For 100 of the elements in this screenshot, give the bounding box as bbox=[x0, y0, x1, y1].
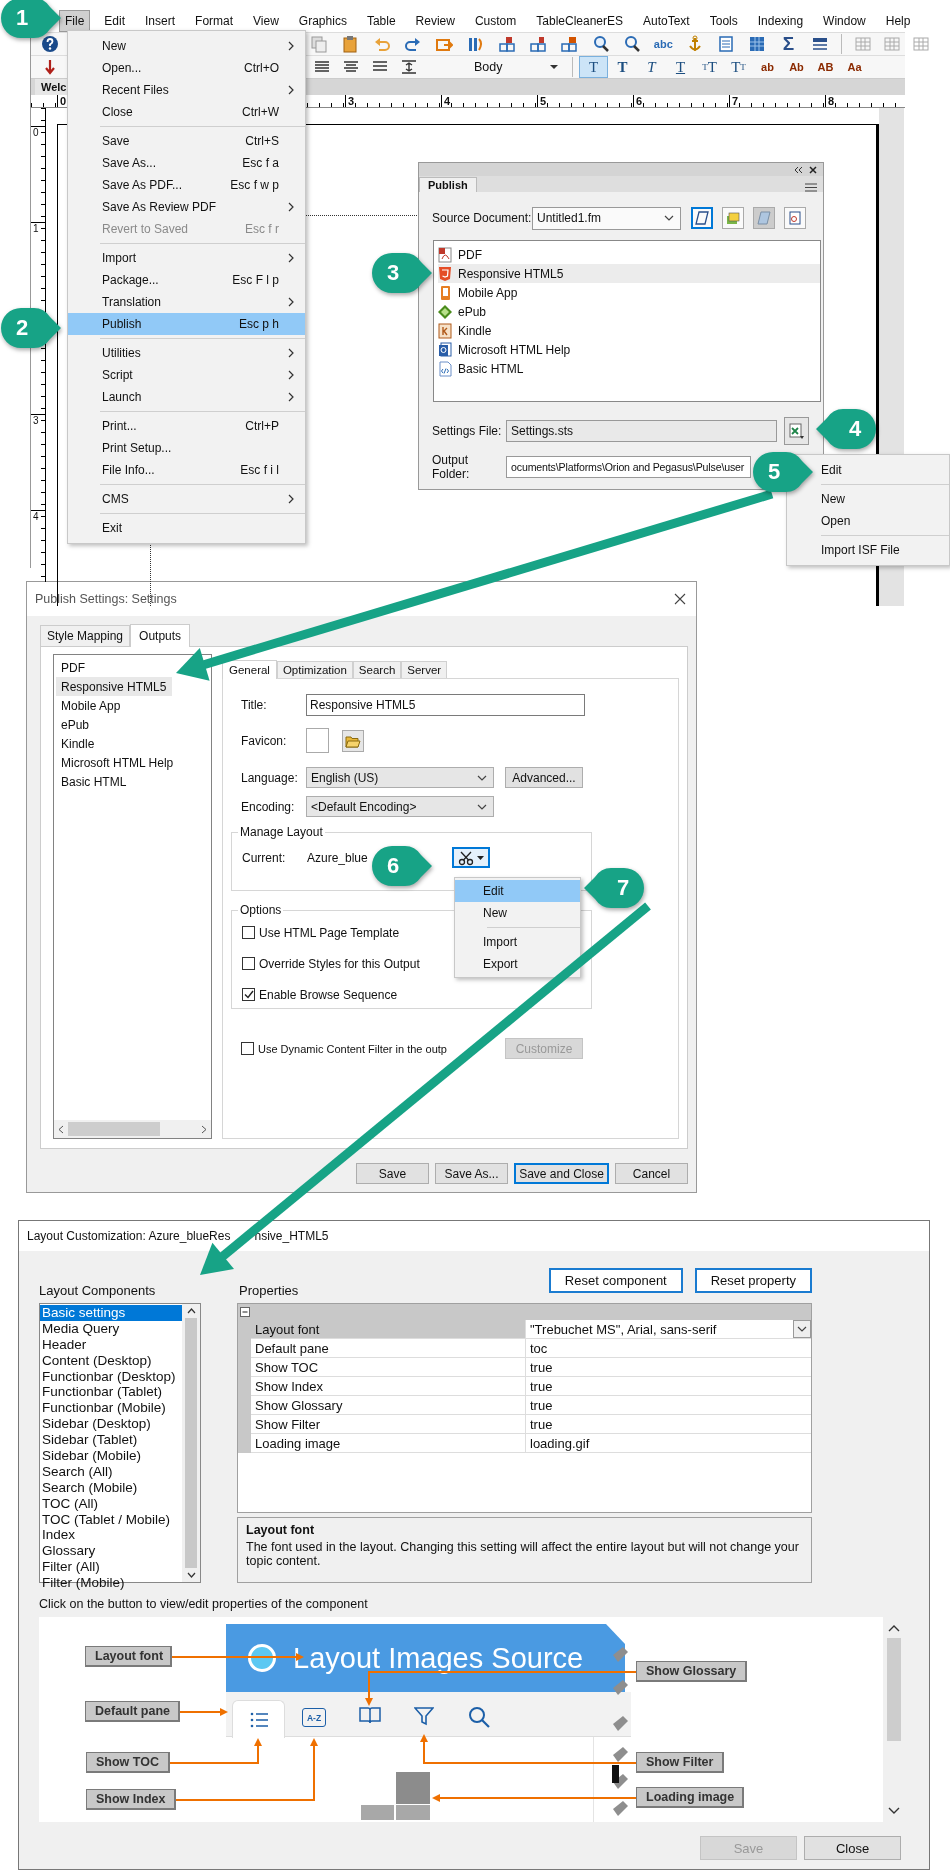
property-value[interactable]: true bbox=[526, 1396, 811, 1415]
character-format-button[interactable]: AB bbox=[811, 56, 840, 78]
menu-item[interactable]: CMS bbox=[68, 488, 305, 510]
output-item[interactable]: Kindle bbox=[56, 734, 101, 753]
list-item[interactable]: Search (All) bbox=[40, 1463, 182, 1480]
tab[interactable]: Style Mapping bbox=[40, 625, 131, 646]
menu-item[interactable]: Open bbox=[817, 510, 949, 532]
layout-menu-button[interactable] bbox=[451, 847, 490, 868]
down-arrow-icon[interactable] bbox=[42, 58, 57, 76]
book-icon[interactable] bbox=[359, 1706, 381, 1724]
list-item[interactable]: Header bbox=[40, 1336, 182, 1353]
output-item[interactable]: Responsive HTML5 bbox=[56, 677, 173, 696]
output-item[interactable]: PDF bbox=[438, 245, 820, 264]
sort-icon[interactable] bbox=[466, 35, 485, 53]
collapse-icon[interactable] bbox=[240, 1307, 250, 1317]
character-format-button[interactable]: T bbox=[637, 56, 666, 78]
language-dropdown[interactable]: English (US) bbox=[306, 767, 494, 788]
dialog-button[interactable]: Cancel bbox=[615, 1163, 688, 1184]
dialog-button[interactable]: Save As... bbox=[435, 1163, 508, 1184]
settings-file-field[interactable]: Settings.sts bbox=[506, 420, 777, 442]
property-name[interactable]: Loading image bbox=[251, 1434, 526, 1453]
toolbar-button[interactable] bbox=[691, 207, 713, 229]
reset-button[interactable]: Reset component bbox=[548, 1268, 683, 1293]
menu-item[interactable]: Publish Esc p h bbox=[68, 313, 305, 335]
panel-tab[interactable]: Publish bbox=[419, 177, 477, 192]
advanced-button[interactable]: Advanced... bbox=[505, 767, 583, 788]
property-button[interactable]: Loading image bbox=[636, 1787, 744, 1808]
property-value[interactable]: loading.gif bbox=[526, 1434, 811, 1453]
property-name[interactable]: Show Glossary bbox=[251, 1396, 526, 1415]
list-item[interactable]: Filter (Mobile) bbox=[40, 1575, 182, 1592]
list-item[interactable]: Content (Desktop) bbox=[40, 1352, 182, 1369]
menu-item[interactable]: Edit bbox=[817, 459, 949, 481]
list-item[interactable]: Basic settings bbox=[40, 1305, 182, 1321]
menu-bar-item[interactable]: Table bbox=[360, 10, 402, 32]
dropdown-button[interactable] bbox=[793, 1320, 811, 1338]
list-item[interactable]: Sidebar (Mobile) bbox=[40, 1448, 182, 1464]
checkbox[interactable] bbox=[242, 957, 255, 970]
list-item[interactable]: Functionbar (Mobile) bbox=[40, 1400, 182, 1417]
output-item[interactable]: Mobile App bbox=[438, 283, 820, 302]
source-document-dropdown[interactable]: Untitled1.fm bbox=[532, 206, 681, 230]
toolbar-button[interactable] bbox=[784, 207, 806, 229]
zoom-icon[interactable] bbox=[591, 35, 610, 53]
menu-item[interactable]: Save As... Esc f a bbox=[68, 152, 305, 174]
menu-item[interactable]: New bbox=[455, 902, 580, 924]
encoding-dropdown[interactable]: <Default Encoding> bbox=[306, 796, 494, 817]
property-button[interactable]: Default pane bbox=[85, 1701, 180, 1722]
list-item[interactable]: Functionbar (Tablet) bbox=[40, 1384, 182, 1401]
toolbar-button[interactable] bbox=[722, 207, 744, 229]
menu-bar-item[interactable]: Help bbox=[879, 10, 917, 32]
menu-bar-item[interactable]: File bbox=[59, 10, 91, 32]
list-item[interactable]: Glossary bbox=[40, 1543, 182, 1560]
menu-bar-item[interactable]: View bbox=[247, 10, 285, 32]
list-item[interactable]: TOC (Tablet / Mobile) bbox=[40, 1511, 182, 1528]
close-icon[interactable] bbox=[674, 593, 686, 605]
menu-item[interactable]: Edit bbox=[455, 880, 580, 902]
property-name[interactable]: Default pane bbox=[251, 1339, 526, 1358]
character-format-button[interactable]: T bbox=[579, 56, 608, 78]
list-item[interactable]: Functionbar (Desktop) bbox=[40, 1368, 182, 1385]
menu-item[interactable]: File Info... Esc f i l bbox=[68, 459, 305, 481]
help-icon[interactable] bbox=[40, 35, 59, 53]
menu-item[interactable]: New bbox=[817, 488, 949, 510]
output-item[interactable]: Responsive HTML5 bbox=[438, 264, 820, 283]
menu-bar-item[interactable]: Format bbox=[189, 10, 240, 32]
checkbox[interactable] bbox=[242, 926, 255, 939]
tab[interactable]: Optimization bbox=[276, 661, 353, 678]
character-format-button[interactable]: ab bbox=[753, 56, 782, 78]
menu-bar-item[interactable]: Custom bbox=[468, 10, 523, 32]
redo-icon[interactable] bbox=[403, 35, 422, 53]
property-value[interactable]: true bbox=[526, 1358, 811, 1377]
menu-bar-item[interactable]: Insert bbox=[139, 10, 182, 32]
property-button[interactable]: Show Glossary bbox=[636, 1661, 747, 1682]
tab[interactable]: General bbox=[222, 660, 277, 679]
list-item[interactable]: Search (Mobile) bbox=[40, 1479, 182, 1496]
property-value[interactable]: toc bbox=[526, 1339, 811, 1358]
menu-bar-item[interactable]: Edit bbox=[98, 10, 132, 32]
menu-item[interactable]: Import bbox=[455, 931, 580, 953]
output-item[interactable]: PDF bbox=[56, 658, 91, 677]
menu-item[interactable]: Export bbox=[455, 953, 580, 975]
paragraph-style-dropdown[interactable]: Body bbox=[441, 57, 566, 77]
character-format-button[interactable]: Aa bbox=[840, 56, 869, 78]
checkbox[interactable] bbox=[241, 1042, 254, 1055]
menu-item[interactable]: Save Ctrl+S bbox=[68, 130, 305, 152]
settings-menu-button[interactable] bbox=[784, 417, 809, 445]
list-item[interactable]: Sidebar (Tablet) bbox=[40, 1432, 182, 1448]
menu-bar-item[interactable]: AutoText bbox=[637, 10, 696, 32]
table-icon[interactable] bbox=[748, 35, 767, 53]
spacing-icon[interactable] bbox=[400, 58, 418, 76]
menu-item[interactable]: Print Setup... bbox=[68, 437, 305, 459]
menu-bar-item[interactable]: Tools bbox=[703, 10, 744, 32]
property-name[interactable]: Show Filter bbox=[251, 1415, 526, 1434]
favicon-field[interactable] bbox=[306, 728, 329, 753]
property-button[interactable]: Show TOC bbox=[86, 1752, 170, 1773]
menu-item[interactable]: Print... Ctrl+P bbox=[68, 415, 305, 437]
property-value[interactable]: true bbox=[526, 1377, 811, 1396]
shapes-icon[interactable] bbox=[560, 35, 579, 53]
tab[interactable]: Server bbox=[401, 661, 448, 678]
search-icon[interactable] bbox=[468, 1706, 490, 1728]
menu-item[interactable]: Script bbox=[68, 364, 305, 386]
menu-bar-item[interactable]: TableCleanerES bbox=[530, 10, 629, 32]
menu-bar-item[interactable]: Graphics bbox=[292, 10, 353, 32]
